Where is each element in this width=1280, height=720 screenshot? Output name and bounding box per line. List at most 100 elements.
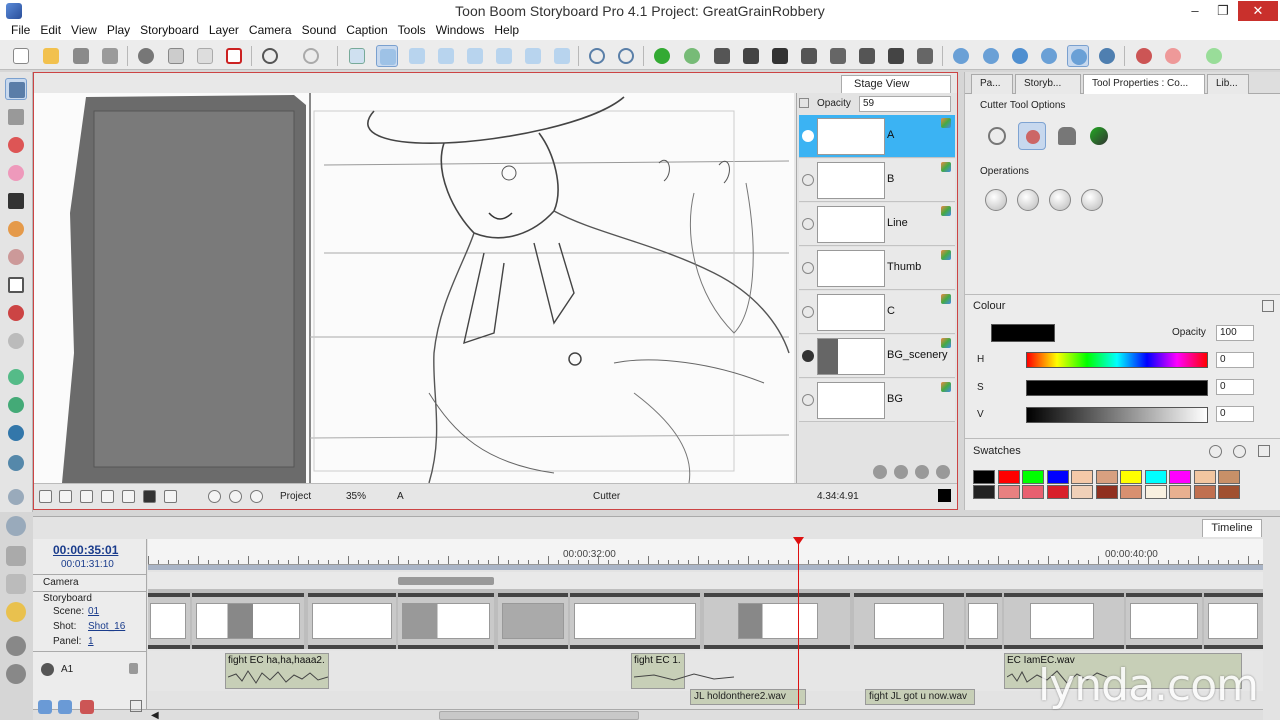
value-field[interactable]: 0 bbox=[1216, 406, 1254, 422]
visibility-icon[interactable] bbox=[802, 262, 814, 274]
camera-preview-icon[interactable] bbox=[1096, 45, 1118, 67]
shot-link[interactable]: Shot_16 bbox=[88, 621, 125, 632]
tab-tool-properties[interactable]: Tool Properties : Co... bbox=[1083, 74, 1205, 94]
loop-icon[interactable] bbox=[1038, 45, 1060, 67]
previous-frame-icon[interactable] bbox=[980, 45, 1002, 67]
value-slider[interactable] bbox=[1026, 407, 1208, 423]
select-tool-icon[interactable] bbox=[5, 106, 27, 128]
layer-row-c[interactable]: C bbox=[799, 291, 955, 334]
add-swatch-icon[interactable] bbox=[1209, 445, 1222, 458]
colour-section-title[interactable]: Colour bbox=[973, 300, 1005, 312]
single-stroke-icon[interactable] bbox=[1085, 122, 1113, 150]
tab-timeline[interactable]: Timeline bbox=[1202, 519, 1262, 537]
panel-link[interactable]: 1 bbox=[88, 636, 94, 647]
panel-clip[interactable] bbox=[148, 593, 190, 649]
layer-row-bg-scenery[interactable]: BG_scenery bbox=[799, 335, 955, 378]
colour-swatch[interactable] bbox=[1218, 485, 1240, 499]
close-button[interactable]: ✕ bbox=[1238, 1, 1278, 21]
colour-opacity-field[interactable]: 100 bbox=[1216, 325, 1254, 341]
paint-tool-icon[interactable] bbox=[5, 246, 27, 268]
colour-swatch[interactable] bbox=[1095, 485, 1118, 499]
scene-link[interactable]: 01 bbox=[88, 606, 99, 617]
current-colour-swatch[interactable] bbox=[991, 324, 1055, 342]
timeline-scrollbar[interactable] bbox=[439, 711, 639, 720]
zoom-in-icon[interactable] bbox=[586, 45, 608, 67]
side-mic-icon[interactable] bbox=[6, 664, 26, 684]
panel-clip[interactable] bbox=[1004, 593, 1124, 649]
hue-slider[interactable] bbox=[1026, 352, 1208, 368]
new-project-icon[interactable] bbox=[10, 45, 32, 67]
grid-view-icon[interactable] bbox=[435, 45, 457, 67]
timeline-ruler[interactable]: 00:00:32:00 00:00:40:00 bbox=[148, 539, 1263, 565]
onion-skin-status-icon[interactable] bbox=[250, 490, 263, 503]
paste-icon[interactable] bbox=[194, 45, 216, 67]
visibility-icon[interactable] bbox=[802, 130, 814, 142]
add-panel-icon[interactable] bbox=[651, 45, 673, 67]
panel-smart-icon[interactable] bbox=[798, 45, 820, 67]
colour-swatch[interactable] bbox=[1120, 485, 1142, 499]
audio-clip[interactable]: JL holdonthere2.wav bbox=[690, 689, 806, 705]
colour-swatch[interactable] bbox=[1046, 470, 1069, 484]
transform-tool-icon[interactable] bbox=[5, 366, 27, 388]
camera-tool-icon[interactable] bbox=[5, 422, 27, 444]
rectangle-tool-icon[interactable] bbox=[5, 274, 27, 296]
reset-view-icon[interactable] bbox=[39, 490, 52, 503]
lasso-mode-icon[interactable] bbox=[983, 122, 1011, 150]
swatches-title[interactable]: Swatches bbox=[973, 445, 1021, 457]
colour-swatch[interactable] bbox=[1193, 470, 1216, 484]
frame-icon[interactable] bbox=[122, 490, 135, 503]
zoom-out-icon[interactable] bbox=[615, 45, 637, 67]
panel-clip[interactable] bbox=[1126, 593, 1202, 649]
contour-tool-icon[interactable] bbox=[5, 394, 27, 416]
visibility-icon[interactable] bbox=[802, 394, 814, 406]
panel-clip[interactable] bbox=[308, 593, 396, 649]
panel-view-icon[interactable] bbox=[464, 45, 486, 67]
swatch-menu-icon[interactable] bbox=[1258, 445, 1270, 457]
play-icon[interactable] bbox=[1009, 45, 1031, 67]
layer-row-b[interactable]: B bbox=[799, 159, 955, 202]
dropper-tool-icon[interactable] bbox=[5, 302, 27, 324]
panel-clip[interactable] bbox=[854, 593, 964, 649]
morph-tool-icon[interactable] bbox=[5, 486, 27, 508]
menu-play[interactable]: Play bbox=[102, 22, 135, 40]
scroll-left-icon[interactable]: ◀ bbox=[151, 710, 159, 720]
menu-help[interactable]: Help bbox=[489, 22, 524, 40]
panel-clip[interactable] bbox=[398, 593, 494, 649]
side-audio-icon[interactable] bbox=[6, 636, 26, 656]
eraser-tool-icon[interactable] bbox=[5, 218, 27, 240]
menu-view[interactable]: View bbox=[66, 22, 102, 40]
layer-row-thumb[interactable]: Thumb bbox=[799, 247, 955, 290]
light-table-icon[interactable] bbox=[376, 45, 398, 67]
tab-panel[interactable]: Pa... bbox=[971, 74, 1013, 94]
hue-field[interactable]: 0 bbox=[1216, 352, 1254, 368]
panel-clip[interactable] bbox=[192, 593, 304, 649]
layer-row-bg[interactable]: BG bbox=[799, 379, 955, 422]
menu-windows[interactable]: Windows bbox=[431, 22, 490, 40]
colour-menu-icon[interactable] bbox=[1262, 300, 1274, 312]
cutter-tool-icon[interactable] bbox=[5, 78, 27, 100]
panel-scene-icon[interactable] bbox=[827, 45, 849, 67]
sound-icon[interactable] bbox=[1067, 45, 1089, 67]
menu-edit[interactable]: Edit bbox=[35, 22, 66, 40]
restore-button[interactable]: ❐ bbox=[1210, 1, 1236, 21]
menu-file[interactable]: File bbox=[6, 22, 35, 40]
colour-swatch[interactable] bbox=[997, 485, 1020, 499]
delete-icon[interactable] bbox=[223, 45, 245, 67]
panel-clip[interactable] bbox=[1204, 593, 1263, 649]
add-layer-icon[interactable] bbox=[873, 465, 887, 479]
rotate-cw-icon[interactable] bbox=[1081, 189, 1103, 211]
colour-swatch[interactable] bbox=[1169, 470, 1191, 484]
saturation-slider[interactable] bbox=[1026, 380, 1208, 396]
duplicate-layer-icon[interactable] bbox=[915, 465, 929, 479]
tip-shape-icon[interactable] bbox=[1053, 122, 1081, 150]
safe-area-icon[interactable] bbox=[80, 490, 93, 503]
side-panel-icon[interactable] bbox=[6, 516, 26, 536]
colour-swatch[interactable] bbox=[1095, 470, 1118, 484]
colour-swatch[interactable] bbox=[1169, 485, 1191, 499]
camera-keyframe-range[interactable] bbox=[398, 577, 494, 585]
panel-clip[interactable] bbox=[966, 593, 1002, 649]
menu-storyboard[interactable]: Storyboard bbox=[135, 22, 204, 40]
field-icon[interactable] bbox=[164, 490, 177, 503]
layer-color-icon[interactable] bbox=[1133, 45, 1155, 67]
zoom-level[interactable]: 35% bbox=[346, 491, 366, 502]
